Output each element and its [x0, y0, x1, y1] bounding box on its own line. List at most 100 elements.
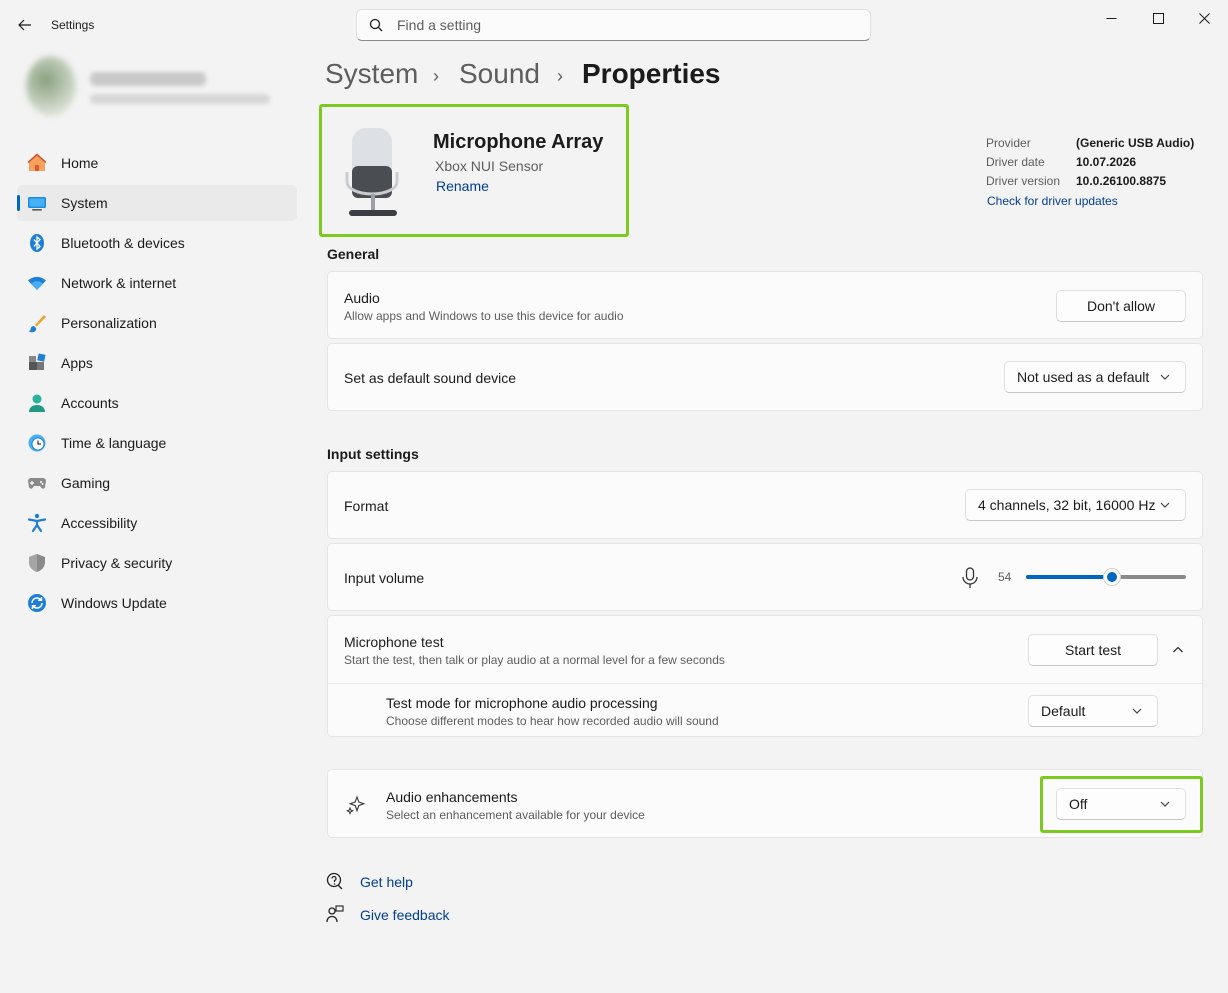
back-arrow-icon — [18, 19, 31, 31]
chevron-down-icon — [1160, 374, 1170, 380]
brush-icon — [27, 313, 47, 333]
test-mode-dropdown[interactable]: Default — [1028, 695, 1158, 727]
input-settings-heading: Input settings — [327, 446, 419, 462]
default-device-card: Set as default sound device Not used as … — [327, 343, 1203, 411]
driver-version-value: 10.0.26100.8875 — [1076, 174, 1167, 188]
microphone-icon[interactable] — [961, 567, 979, 592]
system-icon — [27, 193, 47, 213]
start-test-button[interactable]: Start test — [1028, 634, 1158, 666]
sidebar-item-personalization[interactable]: Personalization — [17, 305, 297, 341]
get-help-link[interactable]: Get help — [360, 874, 413, 890]
format-value: 4 channels, 32 bit, 16000 Hz — [978, 497, 1156, 513]
app-title: Settings — [51, 18, 95, 32]
test-mode-title: Test mode for microphone audio processin… — [386, 695, 658, 711]
search-box[interactable] — [356, 9, 871, 41]
slider-fill — [1026, 575, 1112, 579]
sidebar-item-gaming[interactable]: Gaming — [17, 465, 297, 501]
audio-enhancements-title: Audio enhancements — [386, 789, 518, 805]
chevron-down-icon — [1160, 502, 1170, 508]
search-input[interactable] — [397, 17, 837, 33]
sidebar-item-bluetooth[interactable]: Bluetooth & devices — [17, 225, 297, 261]
sidebar-item-home[interactable]: Home — [17, 145, 297, 181]
maximize-icon — [1152, 12, 1164, 24]
breadcrumb-separator: › — [557, 66, 563, 86]
sidebar-item-time-language[interactable]: Time & language — [17, 425, 297, 461]
dont-allow-button[interactable]: Don't allow — [1056, 290, 1186, 322]
profile-name-redacted — [90, 72, 206, 86]
maximize-button[interactable] — [1135, 6, 1181, 30]
sidebar-item-apps[interactable]: Apps — [17, 345, 297, 381]
accessibility-icon — [27, 513, 47, 533]
page-title: Properties — [582, 58, 721, 89]
profile-email-redacted — [90, 94, 270, 104]
microphone-device-icon — [344, 126, 402, 218]
format-dropdown[interactable]: 4 channels, 32 bit, 16000 Hz — [965, 489, 1186, 521]
test-mode-value: Default — [1041, 703, 1086, 719]
format-card: Format 4 channels, 32 bit, 16000 Hz — [327, 471, 1203, 539]
test-mode-description: Choose different modes to hear how recor… — [386, 714, 719, 728]
sidebar-item-accessibility[interactable]: Accessibility — [17, 505, 297, 541]
chevron-down-icon — [1132, 708, 1142, 714]
audio-card: Audio Allow apps and Windows to use this… — [327, 271, 1203, 339]
chevron-down-icon — [1160, 801, 1170, 807]
audio-description: Allow apps and Windows to use this devic… — [344, 309, 624, 323]
microphone-test-description: Start the test, then talk or play audio … — [344, 653, 725, 667]
sidebar-item-system[interactable]: System — [17, 185, 297, 221]
breadcrumb-system[interactable]: System — [325, 58, 418, 90]
audio-enhancements-description: Select an enhancement available for your… — [386, 808, 645, 822]
check-driver-updates-link[interactable]: Check for driver updates — [987, 194, 1118, 208]
back-button[interactable] — [12, 12, 38, 38]
sidebar-item-windows-update[interactable]: Windows Update — [17, 585, 297, 621]
default-device-title: Set as default sound device — [344, 370, 517, 386]
apps-icon — [27, 353, 47, 373]
wifi-icon — [27, 273, 47, 293]
driver-date-value: 10.07.2026 — [1076, 155, 1137, 169]
device-subtitle: Xbox NUI Sensor — [435, 158, 544, 174]
input-volume-slider[interactable] — [1026, 566, 1186, 588]
give-feedback-link[interactable]: Give feedback — [360, 907, 450, 923]
input-volume-card: Input volume 54 — [327, 543, 1203, 611]
update-icon — [27, 593, 47, 613]
audio-enhancements-dropdown[interactable]: Off — [1056, 788, 1186, 820]
provider-value: (Generic USB Audio) — [1076, 136, 1195, 150]
microphone-test-card: Microphone test Start the test, then tal… — [327, 615, 1203, 737]
divider — [328, 683, 1202, 684]
sparkle-icon — [345, 795, 368, 818]
default-device-value: Not used as a default — [1017, 369, 1150, 385]
bluetooth-icon — [27, 233, 47, 253]
device-name: Microphone Array — [433, 131, 604, 153]
driver-date-label: Driver date — [986, 155, 1045, 169]
minimize-button[interactable] — [1088, 6, 1134, 30]
default-device-dropdown[interactable]: Not used as a default — [1004, 361, 1186, 393]
rename-link[interactable]: Rename — [436, 178, 489, 194]
avatar[interactable] — [26, 56, 76, 116]
clock-globe-icon — [27, 433, 47, 453]
sidebar-item-privacy[interactable]: Privacy & security — [17, 545, 297, 581]
driver-version-label: Driver version — [986, 174, 1061, 188]
get-help-icon — [326, 872, 344, 893]
chevron-up-icon — [1173, 646, 1183, 653]
slider-thumb[interactable] — [1103, 568, 1121, 586]
audio-enhancements-value: Off — [1069, 796, 1088, 812]
home-icon — [27, 153, 47, 173]
collapse-button[interactable] — [1166, 640, 1190, 660]
person-icon — [27, 393, 47, 413]
sidebar-item-network[interactable]: Network & internet — [17, 265, 297, 301]
general-heading: General — [327, 246, 380, 262]
search-icon — [369, 18, 383, 32]
gamepad-icon — [27, 473, 47, 493]
close-icon — [1198, 12, 1210, 24]
format-title: Format — [344, 498, 389, 514]
shield-icon — [27, 553, 47, 573]
provider-label: Provider — [986, 136, 1031, 150]
input-volume-value: 54 — [998, 570, 1012, 584]
breadcrumb-sound[interactable]: Sound — [459, 58, 540, 90]
sidebar-item-accounts[interactable]: Accounts — [17, 385, 297, 421]
audio-title: Audio — [344, 290, 380, 306]
microphone-test-title: Microphone test — [344, 634, 444, 650]
close-button[interactable] — [1181, 6, 1227, 30]
input-volume-title: Input volume — [344, 570, 425, 586]
breadcrumb-separator: › — [433, 66, 439, 86]
minimize-icon — [1106, 17, 1116, 19]
give-feedback-icon — [326, 905, 344, 926]
